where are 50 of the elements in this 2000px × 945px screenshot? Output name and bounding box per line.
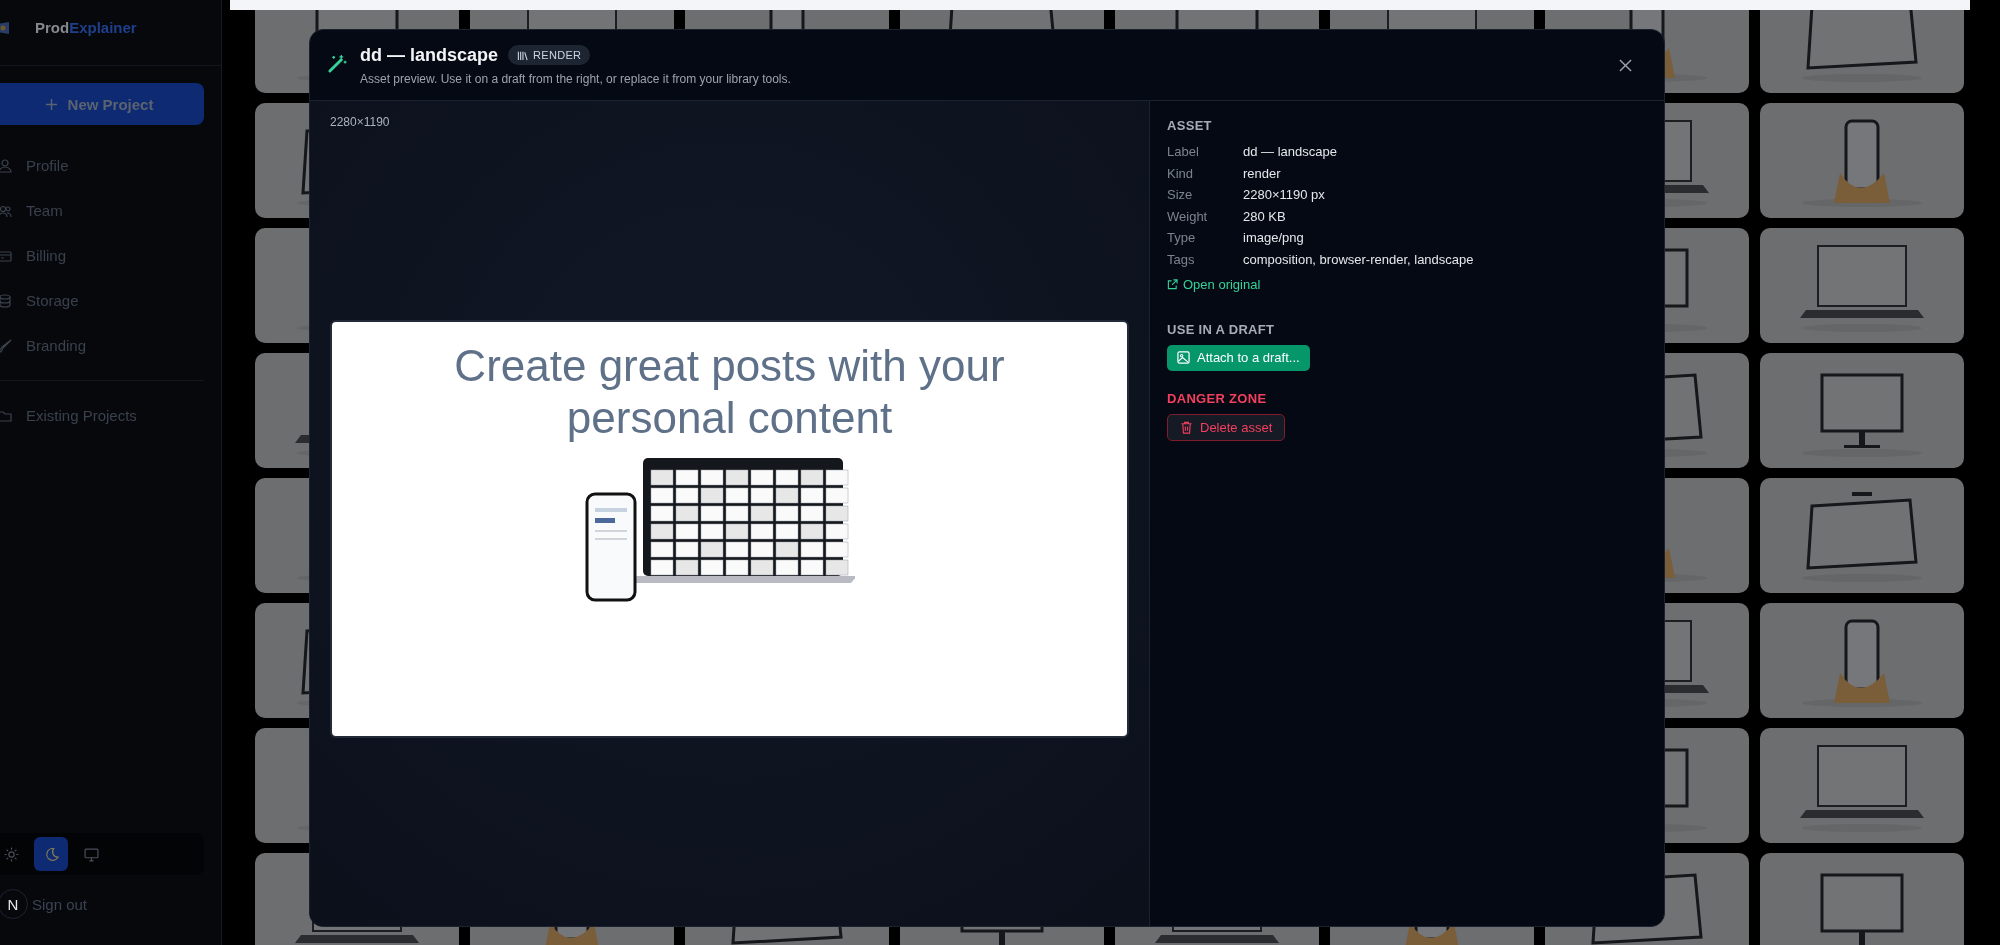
field-value: image/png: [1243, 230, 1305, 245]
image-icon: [1177, 351, 1190, 364]
nav-item[interactable]: Storage: [0, 278, 221, 323]
attach-button[interactable]: Attach to a draft...: [1167, 344, 1310, 371]
database-icon: [0, 293, 12, 308]
field-label: Label: [1167, 144, 1200, 159]
monitor-icon: [83, 846, 99, 862]
nav-item[interactable]: Branding: [0, 323, 221, 368]
dark-theme-button[interactable]: [34, 837, 68, 871]
field-label: Kind: [1167, 165, 1195, 181]
delete-button[interactable]: Delete asset: [1167, 413, 1286, 441]
logo-icon: [0, 20, 11, 35]
card-icon: [0, 248, 12, 263]
new-project-button[interactable]: New Project: [0, 83, 204, 125]
kind-badge: RENDER: [508, 45, 591, 65]
sun-icon: [3, 846, 19, 862]
user-icon: [0, 158, 12, 173]
field-value: 280 KB: [1243, 208, 1287, 224]
field-label: Type: [1167, 230, 1197, 245]
existing-projects-link[interactable]: Existing Projects: [0, 393, 221, 438]
image-dimensions: 2280×1190: [330, 115, 391, 129]
field-label: Tags: [1167, 251, 1196, 267]
trash-icon: [1180, 420, 1193, 434]
section-heading: USE IN A DRAFT: [1167, 321, 1275, 337]
section-heading: ASSET: [1167, 118, 1212, 133]
dialog-title: dd — landscape: [360, 44, 499, 66]
nav-item[interactable]: Billing: [0, 233, 221, 278]
field-value: 2280×1190 px: [1243, 187, 1326, 202]
folder-icon: [0, 408, 12, 423]
users-icon: [0, 203, 12, 218]
open-original-link[interactable]: Open original: [1167, 276, 1261, 292]
nav-item[interactable]: Team: [0, 188, 221, 233]
brush-icon: [0, 338, 12, 353]
library-icon: [517, 49, 529, 61]
field-value: dd — landscape: [1243, 144, 1338, 159]
external-link-icon: [1167, 278, 1178, 290]
field-value: render: [1243, 165, 1282, 181]
section-heading: DANGER ZONE: [1167, 390, 1267, 406]
magic-wand-icon: [328, 54, 347, 73]
field-label: Weight: [1167, 208, 1209, 224]
nav-item[interactable]: Profile: [0, 143, 221, 188]
preview-headline: Create great posts with your personal content: [453, 339, 1006, 444]
moon-icon: [43, 846, 59, 862]
plus-icon: [44, 97, 58, 111]
brand-logo-text: ProdExplainer: [35, 19, 137, 36]
field-value: composition, browser-render, landscape: [1243, 251, 1474, 267]
close-icon[interactable]: [1619, 58, 1632, 72]
field-label: Size: [1167, 187, 1194, 202]
dialog-subtitle: Asset preview. Use it on a draft from the right, or replace it from your library tools.: [360, 71, 792, 86]
sign-out-link[interactable]: Sign out: [32, 895, 88, 913]
